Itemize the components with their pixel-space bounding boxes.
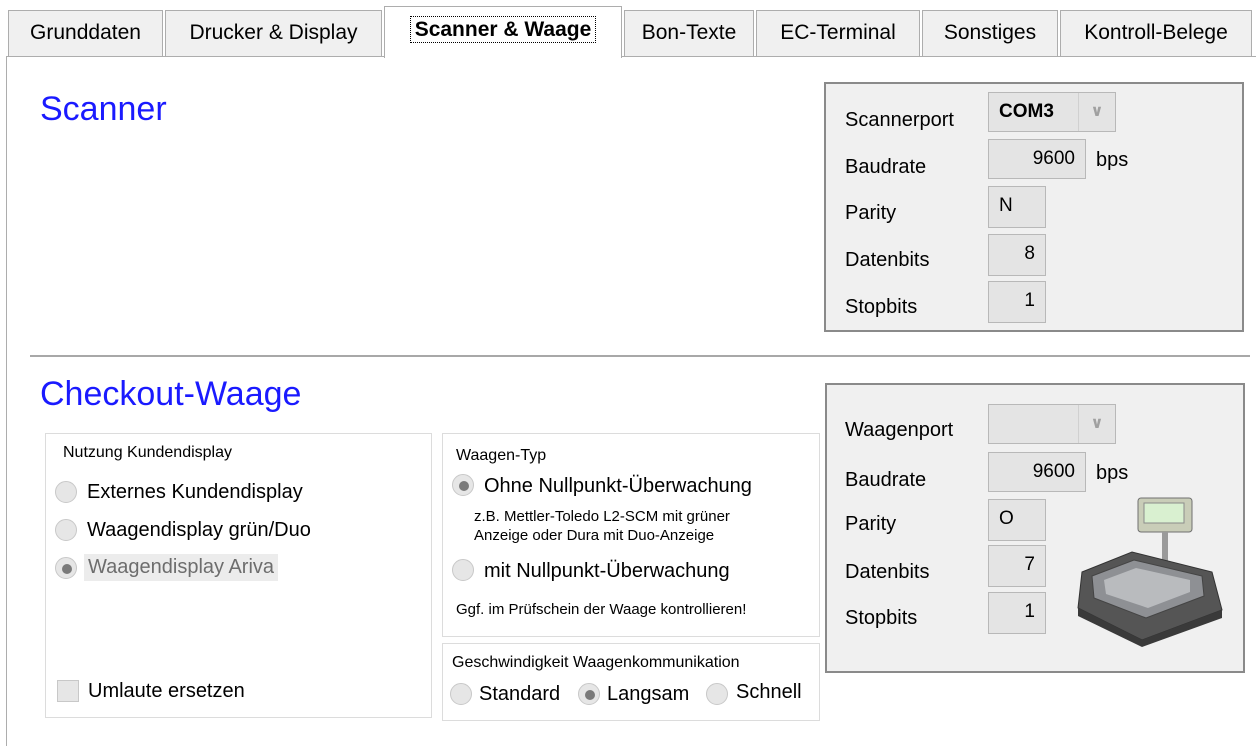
scale-baudrate-field[interactable]: 9600 [988, 452, 1086, 492]
radio-external-display[interactable] [55, 481, 77, 503]
radio-with-zero-monitoring[interactable] [452, 559, 474, 581]
radio-without-zero-monitoring[interactable] [452, 474, 474, 496]
radio-with-zero-monitoring-label[interactable]: mit Nullpunkt-Überwachung [484, 560, 730, 583]
scale-type-title: Waagen-Typ [456, 447, 547, 464]
radio-speed-slow[interactable] [578, 683, 600, 705]
checkout-scale-image [1077, 497, 1223, 647]
scanner-parity-field[interactable]: N [988, 186, 1046, 228]
scanner-databits-label: Datenbits [845, 249, 930, 271]
scanner-baudrate-unit: bps [1096, 149, 1129, 171]
replace-umlauts-label[interactable]: Umlaute ersetzen [88, 680, 245, 703]
radio-speed-fast-label[interactable]: Schnell [736, 681, 802, 704]
radio-without-zero-monitoring-label[interactable]: Ohne Nullpunkt-Überwachung [484, 475, 752, 498]
radio-external-display-label[interactable]: Externes Kundendisplay [87, 481, 303, 504]
tab-ec-terminal[interactable]: EC-Terminal [756, 10, 920, 56]
chevron-down-icon: ∨ [1078, 93, 1115, 131]
radio-speed-standard[interactable] [450, 683, 472, 705]
scale-type-note-line1: z.B. Mettler-Toledo L2-SCM mit grüner [474, 508, 730, 525]
scanner-stopbits-label: Stopbits [845, 296, 918, 318]
tab-sonstiges[interactable]: Sonstiges [922, 10, 1058, 56]
chevron-down-icon: ∨ [1078, 405, 1115, 443]
scale-databits-field[interactable]: 7 [988, 545, 1046, 587]
scale-speed-title: Geschwindigkeit Waagenkommunikation [452, 654, 740, 671]
section-divider [30, 355, 1250, 357]
scanner-heading: Scanner [40, 90, 167, 128]
scale-port-select[interactable]: ∨ [988, 404, 1116, 444]
scale-parity-label: Parity [845, 513, 897, 535]
radio-scale-display-green[interactable] [55, 519, 77, 541]
scale-port-label: Waagenport [845, 419, 954, 441]
scanner-port-label: Scannerport [845, 109, 954, 131]
radio-scale-display-green-label[interactable]: Waagendisplay grün/Duo [87, 519, 311, 542]
scanner-baudrate-label: Baudrate [845, 156, 927, 178]
scale-heading: Checkout-Waage [40, 375, 302, 413]
scale-databits-label: Datenbits [845, 561, 930, 583]
scale-parity-field[interactable]: O [988, 499, 1046, 541]
scale-stopbits-field[interactable]: 1 [988, 592, 1046, 634]
scanner-port-select[interactable]: COM3 ∨ [988, 92, 1116, 132]
scanner-databits-field[interactable]: 8 [988, 234, 1046, 276]
radio-speed-standard-label[interactable]: Standard [479, 683, 560, 706]
scale-type-note-line2: Anzeige oder Dura mit Duo-Anzeige [474, 527, 715, 544]
tab-kontroll-belege[interactable]: Kontroll-Belege [1060, 10, 1252, 56]
tab-scanner-waage-label: Scanner & Waage [409, 16, 597, 43]
scanner-parity-label: Parity [845, 202, 897, 224]
scanner-baudrate-field[interactable]: 9600 [988, 139, 1086, 179]
scale-baudrate-unit: bps [1096, 462, 1129, 484]
radio-scale-display-ariva-label[interactable]: Waagendisplay Ariva [84, 554, 279, 581]
radio-scale-display-ariva[interactable] [55, 557, 77, 579]
scanner-stopbits-field[interactable]: 1 [988, 281, 1046, 323]
radio-speed-fast[interactable] [706, 683, 728, 705]
scanner-port-value: COM3 [999, 101, 1054, 122]
display-usage-title: Nutzung Kundendisplay [63, 444, 233, 461]
scale-stopbits-label: Stopbits [845, 607, 918, 629]
tab-drucker-display[interactable]: Drucker & Display [165, 10, 382, 56]
tab-grunddaten[interactable]: Grunddaten [8, 10, 163, 56]
scale-baudrate-label: Baudrate [845, 469, 927, 491]
tab-bon-texte[interactable]: Bon-Texte [624, 10, 754, 56]
radio-speed-slow-label[interactable]: Langsam [607, 683, 689, 706]
replace-umlauts-checkbox[interactable] [57, 680, 79, 702]
tab-scanner-waage[interactable]: Scanner & Waage [384, 6, 622, 58]
scale-type-hint: Ggf. im Prüfschein der Waage kontrollier… [456, 601, 747, 618]
